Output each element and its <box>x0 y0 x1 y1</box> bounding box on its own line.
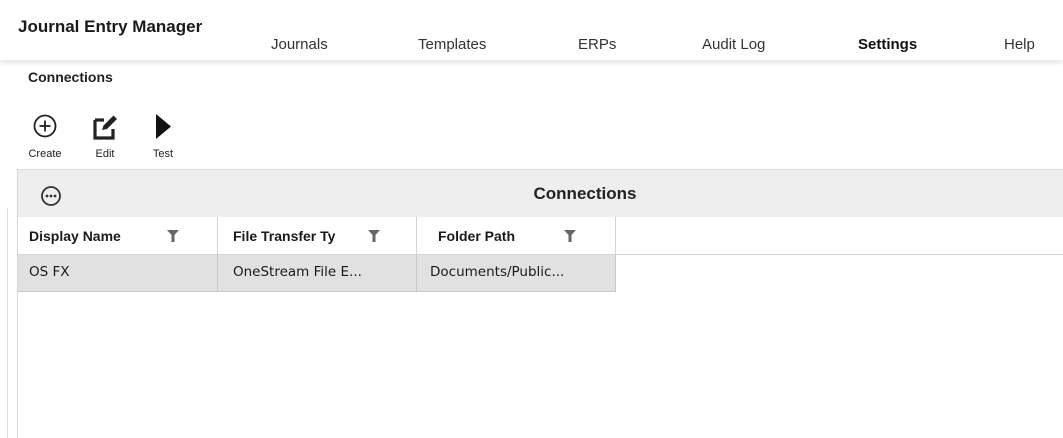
edit-icon <box>93 115 117 140</box>
plus-circle-icon <box>33 114 57 138</box>
column-header-file-transfer-type[interactable]: File Transfer Ty <box>217 217 417 254</box>
column-header-label: File Transfer Ty <box>233 228 336 244</box>
play-icon <box>156 114 171 139</box>
cell-text: Documents/Public... <box>430 264 565 280</box>
cell-folder-path: Documents/Public... <box>416 255 616 291</box>
nav-item-settings[interactable]: Settings <box>858 36 917 53</box>
nav-item-journals[interactable]: Journals <box>271 36 328 53</box>
grid-title: Connections <box>533 184 637 203</box>
filter-icon[interactable] <box>368 230 380 242</box>
column-header-display-name[interactable]: Display Name <box>18 217 218 254</box>
cell-file-transfer-type: OneStream File E... <box>217 255 417 291</box>
edit-button[interactable]: Edit <box>80 113 130 165</box>
left-panel-edge <box>7 208 8 438</box>
column-header-row: Display Name File Transfer Ty Folder Pat… <box>18 217 1063 255</box>
top-navigation-bar: Journal Entry Manager Journals Templates… <box>0 0 1063 60</box>
filter-icon[interactable] <box>564 230 576 242</box>
create-label: Create <box>28 148 62 160</box>
column-header-label: Display Name <box>29 228 121 244</box>
cell-text: OS FX <box>29 264 70 280</box>
create-button[interactable]: Create <box>20 113 70 165</box>
nav-item-templates[interactable]: Templates <box>418 36 486 53</box>
table-row[interactable]: OS FX OneStream File E... Documents/Publ… <box>18 255 616 292</box>
connections-grid: Connections Display Name File Transfer T… <box>17 169 1063 438</box>
grid-header: Connections <box>18 169 1063 218</box>
nav-item-erps[interactable]: ERPs <box>578 36 616 53</box>
test-button[interactable]: Test <box>138 113 188 165</box>
app-title: Journal Entry Manager <box>18 17 203 36</box>
test-label: Test <box>152 148 174 160</box>
cell-text: OneStream File E... <box>233 264 362 280</box>
section-title: Connections <box>28 69 113 85</box>
filter-icon[interactable] <box>167 230 179 242</box>
column-header-label: Folder Path <box>438 228 516 244</box>
column-header-folder-path[interactable]: Folder Path <box>416 217 616 254</box>
edit-label: Edit <box>95 148 115 160</box>
nav-item-audit-log[interactable]: Audit Log <box>702 36 765 53</box>
nav-item-help[interactable]: Help <box>1004 36 1035 53</box>
cell-display-name: OS FX <box>18 255 218 291</box>
